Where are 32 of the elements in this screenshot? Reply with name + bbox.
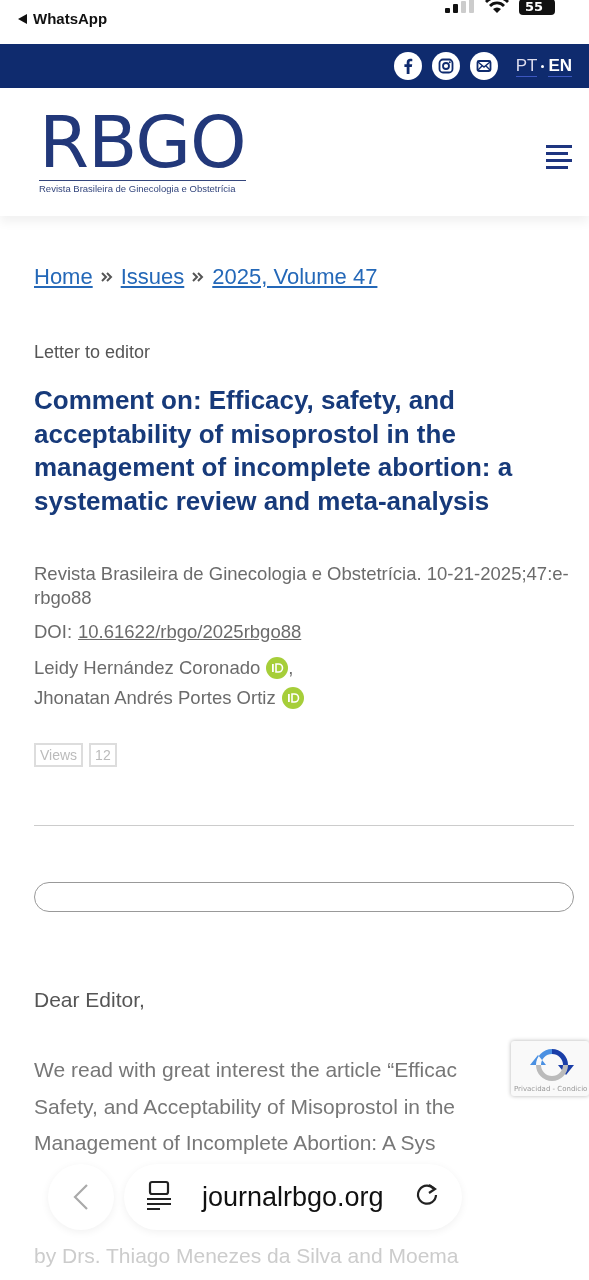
doi-label: DOI: [34, 621, 73, 642]
article-title: Comment on: Efficacy, safety, and acceptability of misoprostol in the management of incomplete abortion: a systematic review and meta-analysis [34, 384, 514, 518]
author-name[interactable]: Jhonatan Andrés Portes Ortiz [34, 683, 276, 713]
language-link[interactable]: PT [515, 55, 538, 77]
views-count: 12 [89, 743, 117, 767]
breadcrumb-link[interactable]: 2025, Volume 47 [212, 264, 378, 290]
salutation-text: Dear Editor, [34, 988, 146, 1012]
language-link[interactable]: EN [548, 55, 572, 77]
logo-text[interactable]: RBGO [39, 110, 246, 174]
separator-dot [541, 64, 545, 68]
email-icon[interactable] [469, 52, 498, 80]
menu-icon[interactable] [546, 145, 572, 169]
breadcrumb-link[interactable]: Issues [120, 264, 185, 290]
article-type: Letter to editor [34, 342, 152, 363]
back-app-label[interactable]: WhatsApp [33, 9, 108, 27]
url-text: journalrbgo.org [202, 1181, 384, 1213]
citation-text: Revista Brasileira de Ginecologia e Obstetrícia. 10-21-2025;47:e-rbgo88 [34, 562, 570, 610]
facebook-icon[interactable] [393, 52, 422, 80]
instagram-icon[interactable] [431, 52, 460, 80]
author-name[interactable]: Leidy Hernández Coronado [34, 653, 261, 683]
body-text-line: Safety, and Acceptability of Misoprostol in the [34, 1093, 455, 1120]
comma: , [288, 656, 294, 680]
breadcrumb-separator-icon [192, 271, 205, 283]
doi-link[interactable]: 10.61622/rbgo/2025rbgo88 [78, 621, 302, 642]
battery-indicator: 55 [518, 0, 555, 15]
breadcrumb-link[interactable]: Home [34, 264, 93, 290]
body-text-line: We read with great interest the article “Efficac [34, 1057, 457, 1083]
views-label: Views [34, 743, 84, 767]
address-bar[interactable]: journalrbgo.org [124, 1164, 462, 1230]
breadcrumb-separator-icon [100, 271, 113, 283]
body-text-line: Management of Incomplete Abortion: A Sys [34, 1130, 436, 1156]
logo-subtitle: Revista Brasileira de Ginecologia e Obstetrícia [39, 180, 246, 194]
